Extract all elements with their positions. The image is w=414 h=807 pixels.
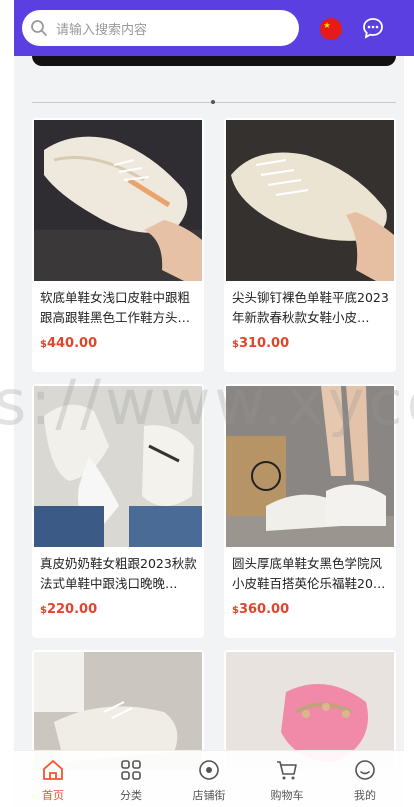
product-card[interactable]: 软底单鞋女浅口皮鞋中跟粗跟高跟鞋黑色工作鞋方头… $440.00 [32,118,204,372]
product-price: $360.00 [232,602,290,617]
product-name[interactable]: 软底单鞋女浅口皮鞋中跟粗跟高跟鞋黑色工作鞋方头… [40,288,198,328]
product-name[interactable]: 真皮奶奶鞋女粗跟2023秋款法式单鞋中跟浅口晚晚… [40,554,198,594]
product-price: $310.00 [232,336,290,351]
search-icon [22,10,56,46]
tab-home[interactable]: 首页 [18,757,88,803]
divider-dot [211,100,215,104]
chat-message-icon[interactable] [361,16,385,40]
product-card[interactable]: 圆头厚底单鞋女黑色学院风小皮鞋百搭英伦乐福鞋20… $360.00 [224,384,396,638]
product-price: $220.00 [40,602,98,617]
product-image-sneaker-hand[interactable] [34,120,202,281]
search-placeholder: 请输入搜索内容 [56,22,148,38]
store-street-icon [196,757,222,783]
tab-label: 我的 [354,789,376,802]
product-name[interactable]: 尖头铆钉裸色单鞋平底2023年新款春秋款女鞋小皮… [232,288,390,328]
product-image-chunky-sneakers[interactable] [226,386,394,547]
product-image-lace-up-shoe[interactable] [226,120,394,281]
page-edge [404,0,414,807]
tab-cart[interactable]: 购物车 [252,757,322,803]
profile-icon [352,757,378,783]
tab-label: 店铺街 [192,789,226,802]
cart-icon [274,757,300,783]
tab-store-street[interactable]: 店铺街 [174,757,244,803]
tab-category[interactable]: 分类 [96,757,166,803]
search-input[interactable]: 请输入搜索内容 [22,10,299,46]
product-price: $440.00 [40,336,98,351]
tab-label: 分类 [120,789,142,802]
banner-bottom[interactable] [32,56,396,66]
home-icon [40,757,66,783]
tab-label: 首页 [42,789,64,802]
china-flag-icon[interactable] [320,18,342,40]
product-card[interactable]: 尖头铆钉裸色单鞋平底2023年新款春秋款女鞋小皮… $310.00 [224,118,396,372]
product-card[interactable]: 真皮奶奶鞋女粗跟2023秋款法式单鞋中跟浅口晚晚… $220.00 [32,384,204,638]
tab-profile[interactable]: 我的 [330,757,400,803]
tab-label: 购物车 [270,789,304,802]
bottom-tab-bar: 首页 分类 店铺街 购物车 我的 [14,750,404,807]
product-image-white-sneakers[interactable] [34,386,202,547]
category-grid-icon [118,757,144,783]
product-name[interactable]: 圆头厚底单鞋女黑色学院风小皮鞋百搭英伦乐福鞋20… [232,554,390,594]
